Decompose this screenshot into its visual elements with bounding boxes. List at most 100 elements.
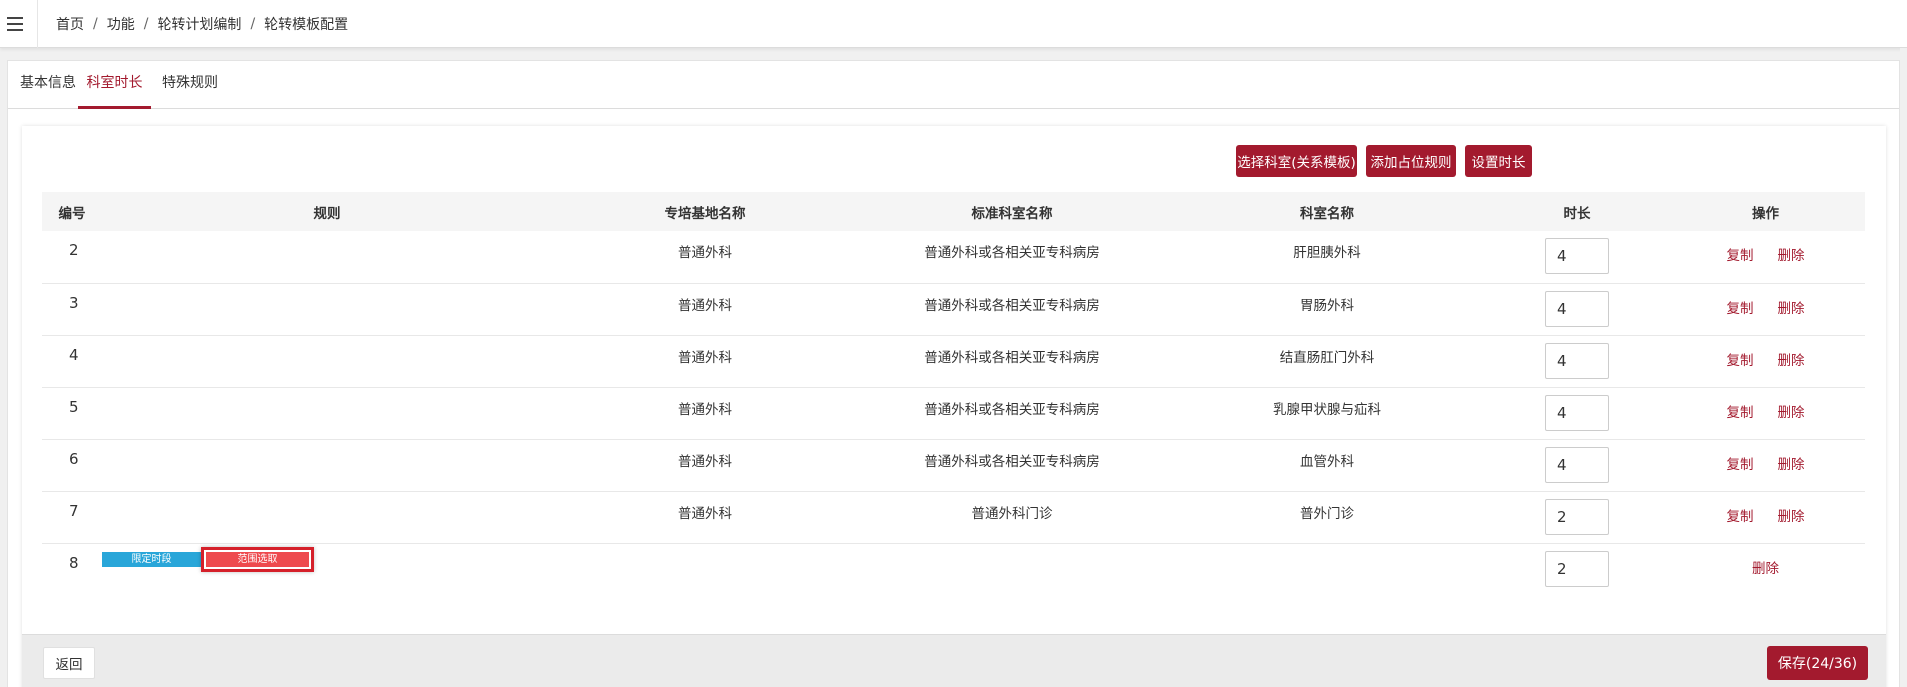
breadcrumb: 首页 / 功能 / 轮转计划编制 / 轮转模板配置 — [56, 14, 348, 34]
topbar-divider — [37, 0, 38, 48]
table-row-rule: 8 限定时段范围选取 删除 — [42, 543, 1865, 595]
row-number: 8 — [69, 553, 79, 572]
row-actions: 复制 删除 — [1666, 491, 1865, 543]
breadcrumb-plan[interactable]: 轮转计划编制 — [157, 14, 241, 34]
row-number: 6 — [69, 449, 79, 468]
main-panel: 基本信息 科室时长 特殊规则 选择科室(关系模板) 添加占位规则 设置时长 编号… — [7, 60, 1900, 687]
breadcrumb-separator: / — [93, 15, 98, 32]
delete-link[interactable]: 删除 — [1778, 301, 1805, 317]
col-header-duration: 时长 — [1563, 205, 1591, 222]
row-rule — [102, 491, 552, 543]
row-number: 2 — [69, 241, 79, 259]
row-rule — [102, 387, 552, 439]
row-duration-cell — [1488, 387, 1666, 439]
footer-bar: 返回 保存(24/36) — [22, 634, 1886, 687]
row-number: 7 — [69, 501, 79, 520]
copy-link[interactable]: 复制 — [1727, 248, 1754, 264]
copy-link[interactable]: 复制 — [1727, 457, 1754, 473]
row-dept-name: 结直肠肛门外科 — [1279, 349, 1375, 366]
delete-link[interactable]: 删除 — [1752, 561, 1779, 577]
top-bar: 首页 / 功能 / 轮转计划编制 / 轮转模板配置 — [0, 0, 1907, 48]
row-duration-cell — [1488, 491, 1666, 543]
table-row: 7 普通外科 普通外科门诊 普外门诊 复制 删除 — [42, 491, 1865, 543]
row-base-name: 普通外科 — [678, 401, 732, 418]
duration-input[interactable] — [1545, 550, 1609, 587]
row-standard-dept: 普通外科或各相关亚专科病房 — [924, 297, 1100, 314]
copy-link[interactable]: 复制 — [1727, 509, 1754, 525]
duration-input[interactable] — [1545, 290, 1609, 327]
row-base-name: 普通外科 — [678, 349, 732, 366]
delete-link[interactable]: 删除 — [1778, 353, 1805, 369]
col-header-actions: 操作 — [1752, 205, 1779, 222]
col-header-rule: 规则 — [313, 205, 341, 222]
scrollbar-track[interactable] — [1900, 48, 1907, 687]
delete-link[interactable]: 删除 — [1778, 457, 1805, 473]
tab-dept-duration[interactable]: 科室时长 — [78, 61, 151, 109]
breadcrumb-function[interactable]: 功能 — [107, 14, 135, 34]
row-standard-dept: 普通外科或各相关亚专科病房 — [924, 245, 1100, 261]
row-number: 3 — [69, 293, 79, 312]
add-placeholder-rule-button[interactable]: 添加占位规则 — [1366, 145, 1456, 177]
row-number: 5 — [69, 397, 79, 416]
row-standard-dept: 普通外科或各相关亚专科病房 — [924, 349, 1100, 366]
save-button[interactable]: 保存(24/36) — [1767, 646, 1868, 680]
copy-link[interactable]: 复制 — [1727, 301, 1754, 317]
row-base-name: 普通外科 — [678, 297, 732, 314]
col-header-dept-name: 科室名称 — [1300, 205, 1354, 222]
row-duration-cell — [1488, 231, 1666, 283]
row-duration-cell — [1488, 543, 1666, 595]
row-actions: 复制 删除 — [1666, 439, 1865, 491]
content-card: 选择科室(关系模板) 添加占位规则 设置时长 编号 规则 专培基地名称 标准科室… — [22, 126, 1886, 687]
breadcrumb-separator: / — [250, 15, 256, 32]
row-standard-dept: 普通外科或各相关亚专科病房 — [924, 401, 1100, 418]
range-select-highlight: 范围选取 — [201, 546, 314, 572]
row-standard-dept: 普通外科门诊 — [971, 505, 1053, 522]
row-rule — [102, 283, 552, 335]
row-dept-name: 乳腺甲状腺与疝科 — [1273, 401, 1381, 418]
copy-link[interactable]: 复制 — [1727, 353, 1754, 369]
row-duration-cell — [1488, 335, 1666, 387]
tab-basic-info[interactable]: 基本信息 — [18, 61, 78, 109]
back-button[interactable]: 返回 — [43, 647, 95, 679]
table-row: 6 普通外科 普通外科或各相关亚专科病房 血管外科 复制 删除 — [42, 439, 1865, 491]
breadcrumb-current: 轮转模板配置 — [264, 16, 349, 33]
select-dept-button[interactable]: 选择科室(关系模板) — [1236, 145, 1357, 177]
row-dept-name: 肝胆胰外科 — [1293, 245, 1361, 261]
duration-input[interactable] — [1545, 342, 1609, 379]
duration-input[interactable] — [1545, 498, 1609, 535]
breadcrumb-separator: / — [143, 15, 149, 32]
row-rule — [102, 439, 552, 491]
period-limit-tag[interactable]: 限定时段 — [102, 551, 201, 567]
row-duration-cell — [1488, 283, 1666, 335]
row-actions: 复制 删除 — [1666, 387, 1865, 439]
row-dept-name: 血管外科 — [1300, 453, 1354, 470]
row-rule — [102, 231, 552, 283]
set-duration-button[interactable]: 设置时长 — [1465, 145, 1532, 177]
col-header-base-name: 专培基地名称 — [664, 205, 746, 222]
row-rule: 限定时段 范围选取 — [102, 543, 1488, 595]
copy-link[interactable]: 复制 — [1727, 405, 1754, 421]
row-actions: 复制 删除 — [1666, 231, 1865, 283]
delete-link[interactable]: 删除 — [1778, 405, 1805, 421]
duration-input[interactable] — [1545, 394, 1609, 431]
row-duration-cell — [1488, 439, 1666, 491]
breadcrumb-home[interactable]: 首页 — [56, 14, 84, 34]
tab-bar: 基本信息 科室时长 特殊规则 — [8, 61, 1899, 109]
table-row: 2 普通外科 普通外科或各相关亚专科病房 肝胆胰外科 复制 删除 — [42, 231, 1865, 283]
table-header: 编号 规则 专培基地名称 标准科室名称 科室名称 时长 操作 — [42, 192, 1865, 231]
tab-special-rules[interactable]: 特殊规则 — [160, 61, 220, 109]
delete-link[interactable]: 删除 — [1778, 509, 1805, 525]
dept-duration-table: 编号 规则 专培基地名称 标准科室名称 科室名称 时长 操作 2 普通外科 普通… — [42, 192, 1865, 595]
row-base-name: 普通外科 — [678, 505, 732, 522]
range-select-tag[interactable]: 范围选取 — [206, 551, 309, 567]
row-dept-name: 胃肠外科 — [1300, 297, 1354, 314]
hamburger-menu-icon[interactable] — [7, 16, 23, 31]
row-actions: 复制 删除 — [1666, 283, 1865, 335]
duration-input[interactable] — [1545, 238, 1609, 274]
duration-input[interactable] — [1545, 446, 1609, 483]
delete-link[interactable]: 删除 — [1778, 248, 1805, 264]
row-standard-dept: 普通外科或各相关亚专科病房 — [924, 453, 1100, 470]
table-row: 5 普通外科 普通外科或各相关亚专科病房 乳腺甲状腺与疝科 复制 删除 — [42, 387, 1865, 439]
row-rule — [102, 335, 552, 387]
row-number: 4 — [69, 345, 79, 364]
